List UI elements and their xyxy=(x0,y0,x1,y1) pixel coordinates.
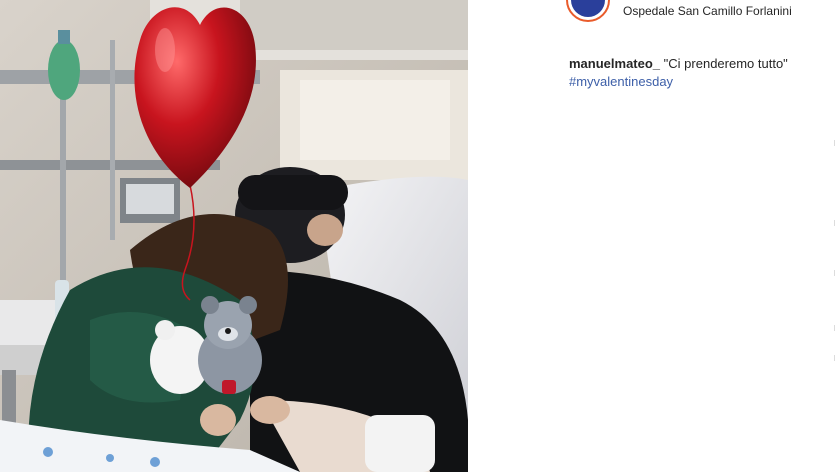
post-photo[interactable] xyxy=(0,0,468,472)
hospital-photo-illustration xyxy=(0,0,468,472)
scroll-tick xyxy=(834,140,839,146)
post-header: Ospedale San Camillo Forlanini xyxy=(468,0,840,36)
avatar-inner xyxy=(571,0,605,17)
location-link[interactable]: Ospedale San Camillo Forlanini xyxy=(623,4,792,18)
scroll-tick xyxy=(834,355,839,361)
hashtag-link[interactable]: #myvalentinesday xyxy=(569,73,829,91)
caption-username-link[interactable]: manuelmateo_ xyxy=(569,56,660,71)
scroll-tick xyxy=(834,325,839,331)
post-caption: manuelmateo_ "Ci prenderemo tutto" #myva… xyxy=(569,55,829,91)
scroll-tick xyxy=(834,270,839,276)
hospital-logo-avatar-icon[interactable] xyxy=(566,0,610,22)
scroll-tick xyxy=(834,220,839,226)
post-sidebar: Ospedale San Camillo Forlanini manuelmat… xyxy=(468,0,840,472)
caption-text: "Ci prenderemo tutto" xyxy=(663,56,788,71)
